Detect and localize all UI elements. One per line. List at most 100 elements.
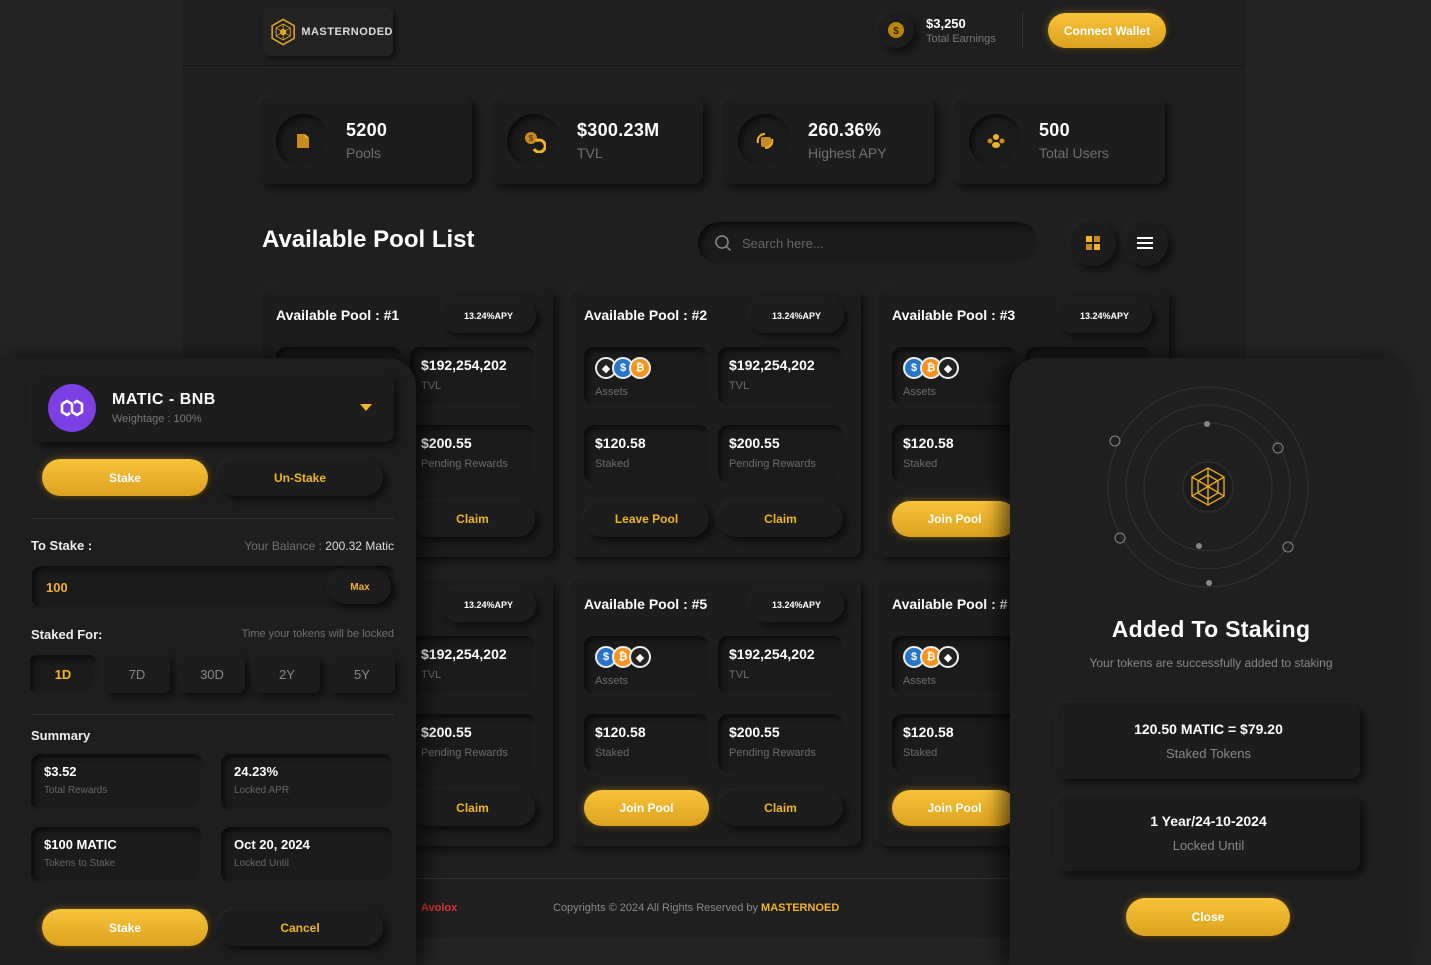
staked-value: $120.58 [595,435,646,451]
summary-label: Total Rewards [44,785,108,796]
stat-card-apy: 260.36% Highest APY [722,97,934,184]
staking-success-modal: Added To Staking Your tokens are success… [1010,358,1412,965]
tvl-cell: $192,254,202 TVL [718,347,843,405]
summary-value: 24.23% [234,764,279,779]
claim-button[interactable]: Claim [410,501,535,537]
unstake-tab[interactable]: Un-Stake [217,459,383,496]
staked-label: Staked [903,458,938,470]
ethereum-icon: ◆ [629,646,651,668]
earnings-coin-icon: $ [878,12,914,48]
tvl-cell: $192,254,202 TVL [410,347,535,405]
brand-logo[interactable]: MASTERNODED [263,8,393,56]
rewards-cell: $200.55 Pending Rewards [718,714,843,772]
apy-badge: 13.24%APY [749,588,844,622]
menu-icon [1137,237,1153,249]
staked-tokens-box: 120.50 MATIC = $79.20 Staked Tokens [1057,703,1360,779]
top-header: MASTERNODED $ $3,250 Total Earnings Conn… [183,0,1246,66]
tvl-label: TVL [421,380,442,392]
rewards-label: Pending Rewards [421,458,508,470]
summary-value: $100 MATIC [44,837,117,852]
pair-weightage: Weightage : 100% [112,413,202,425]
tvl-label: TVL [729,669,750,681]
cancel-button[interactable]: Cancel [217,909,383,946]
logo-text: MASTERNODED [301,26,393,38]
grid-icon [1086,236,1100,250]
staked-value: $120.58 [595,724,646,740]
staked-tokens-value: 120.50 MATIC = $79.20 [1134,721,1283,737]
stat-label: TVL [577,145,603,161]
pool-title: Available Pool : # [892,596,1008,612]
duration-30d[interactable]: 30D [179,655,245,693]
pool-card: Available Pool : #2 13.24%APY ◆ $ ₿ Asse… [569,289,861,557]
tvl-cell: $192,254,202 TVL [410,636,535,694]
document-icon [276,113,330,168]
assets-cell: ◆ $ ₿ Assets [584,347,709,405]
staked-for-label: Staked For: [31,627,103,642]
leave-pool-button[interactable]: Leave Pool [584,501,709,537]
chevron-down-icon[interactable] [360,404,372,411]
stat-value: 500 [1039,120,1070,140]
duration-1d[interactable]: 1D [30,655,96,693]
join-pool-button[interactable]: Join Pool [892,501,1017,537]
apy-badge: 13.24%APY [441,588,536,622]
ethereum-icon: ◆ [937,646,959,668]
claim-button[interactable]: Claim [718,790,843,826]
copyright-brand-link[interactable]: MASTERNOED [761,902,839,914]
tvl-label: TVL [421,669,442,681]
pool-list-title: Available Pool List [262,226,475,253]
list-view-button[interactable] [1122,220,1168,266]
bitcoin-icon: ₿ [629,357,651,379]
stake-amount-input[interactable]: 100 Max [32,566,395,608]
summary-label: Locked Until [234,858,290,869]
join-pool-button[interactable]: Join Pool [584,790,709,826]
stat-label: Highest APY [808,145,887,161]
duration-2y[interactable]: 2Y [254,655,320,693]
asset-coins: $ ₿ ◆ [903,357,1006,379]
stat-value: 260.36% [808,120,882,140]
join-pool-button[interactable]: Join Pool [892,790,1017,826]
rewards-value: $200.55 [729,435,780,451]
stat-card-users: 500 Total Users [953,97,1165,184]
tvl-value: $192,254,202 [421,357,507,373]
divider [31,518,394,519]
summary-label: Tokens to Stake [44,858,116,869]
balance-value: 200.32 Matic [325,539,394,553]
pair-selector[interactable]: MATIC - BNB Weightage : 100% [32,374,394,442]
staked-cell: $120.58 Staked [892,714,1017,772]
duration-5y[interactable]: 5Y [329,655,395,693]
assets-label: Assets [595,386,629,398]
copyright-text: Copyrights © 2024 All Rights Reserved by… [553,902,839,914]
pool-title: Available Pool : #3 [892,307,1016,323]
claim-button[interactable]: Claim [410,790,535,826]
assets-cell: $ ₿ ◆ Assets [892,636,1017,694]
summary-locked-apr: 24.23% Locked APR [221,754,393,810]
staked-value: $120.58 [903,724,954,740]
rewards-value: $200.55 [421,724,472,740]
connect-wallet-button[interactable]: Connect Wallet [1048,13,1166,48]
tvl-value: $192,254,202 [729,646,815,662]
stake-button[interactable]: Stake [42,909,208,946]
staking-orbit-illustration [1107,386,1309,588]
pair-name: MATIC - BNB [112,391,216,408]
apy-badge: 13.24%APY [441,299,536,333]
asset-coins: ◆ $ ₿ [595,357,698,379]
max-button[interactable]: Max [329,570,391,604]
apy-badge: 13.24%APY [749,299,844,333]
search-bar[interactable] [698,222,1038,264]
rewards-cell: $200.55 Pending Rewards [410,425,535,483]
grid-view-button[interactable] [1070,220,1116,266]
search-input[interactable] [742,235,1002,251]
rewards-value: $200.55 [421,435,472,451]
assets-label: Assets [595,675,629,687]
stake-tab[interactable]: Stake [42,459,208,496]
duration-7d[interactable]: 7D [104,655,170,693]
staked-value: $120.58 [903,435,954,451]
claim-button[interactable]: Claim [718,501,843,537]
close-button[interactable]: Close [1126,898,1290,936]
balance-label: Your Balance : [244,539,326,553]
coins-icon: $ [507,113,561,168]
stat-card-pools: 5200 Pools [260,97,472,184]
footer-brand[interactable]: Avolox [421,902,457,914]
svg-text:$: $ [893,26,899,37]
to-stake-label: To Stake : [31,538,93,553]
